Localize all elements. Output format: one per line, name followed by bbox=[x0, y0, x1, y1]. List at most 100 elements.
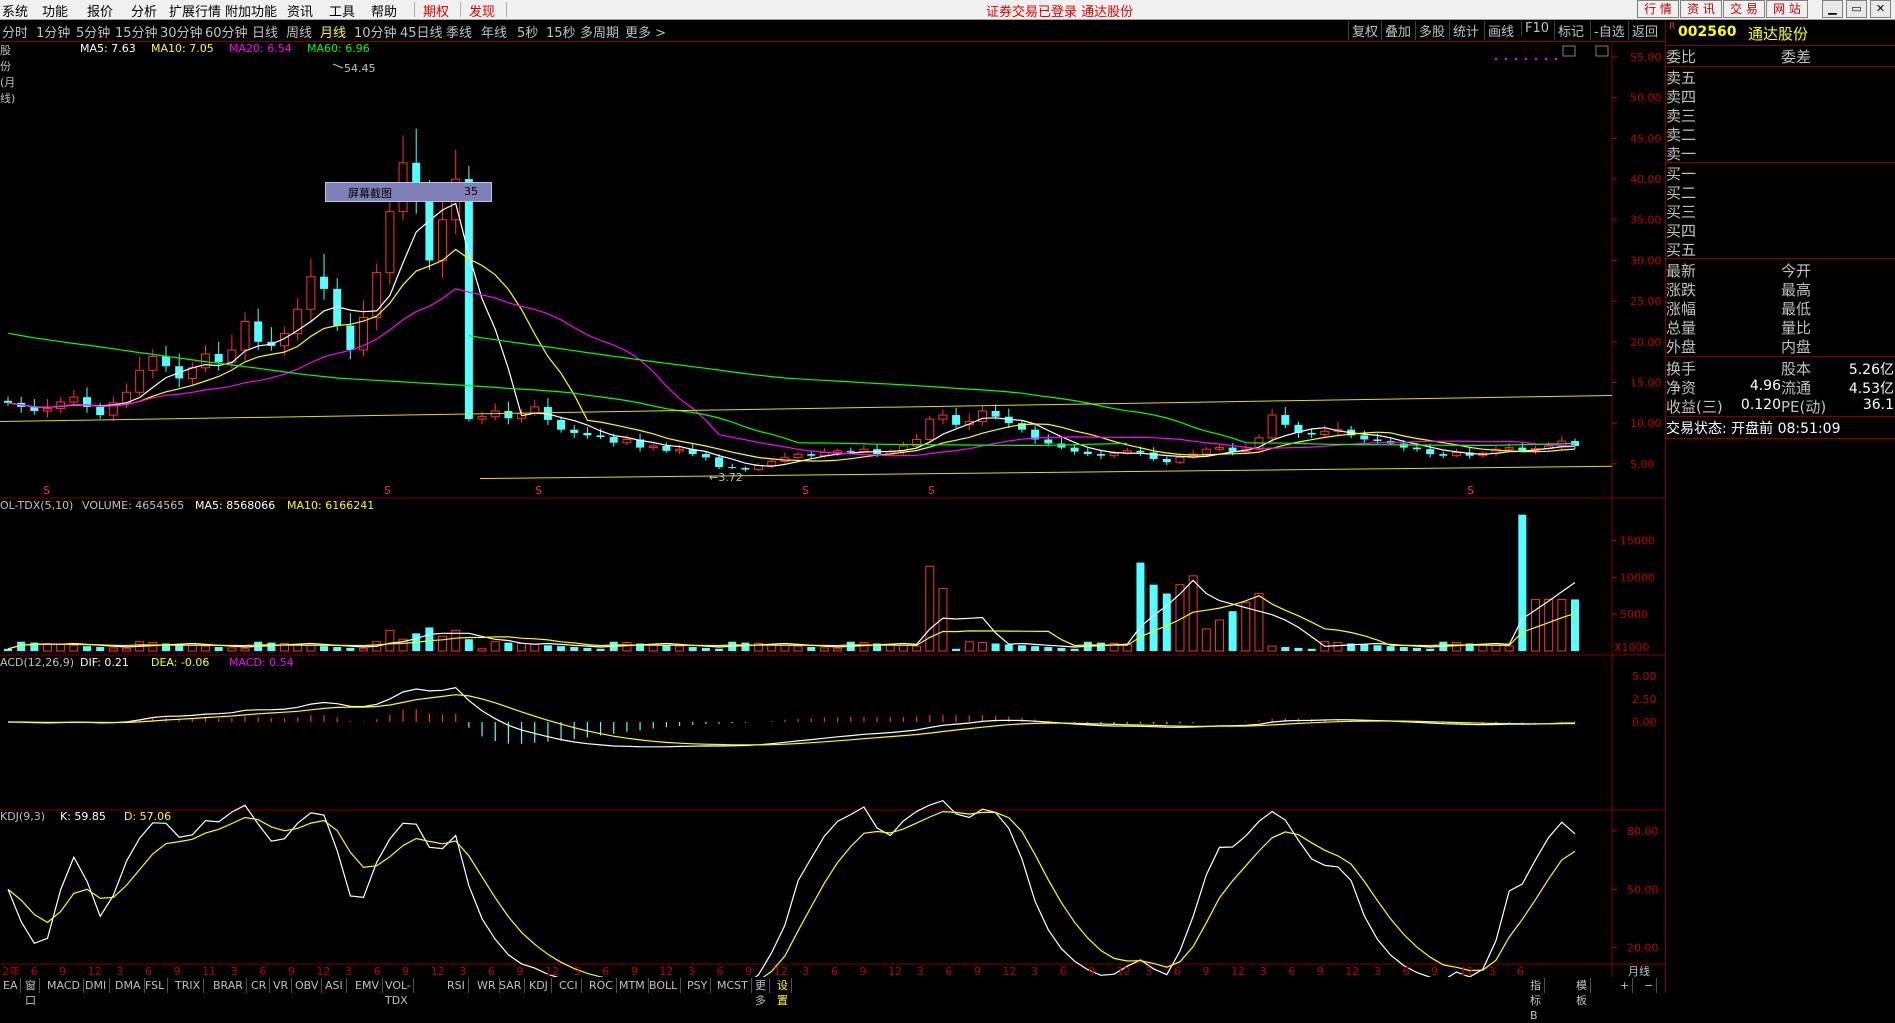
maximize-icon[interactable]: ▭ bbox=[1846, 0, 1867, 18]
menu-item-0[interactable]: 系统 bbox=[2, 1, 28, 20]
period-15[interactable]: 多周期 bbox=[580, 22, 619, 41]
menu-tab-options[interactable]: 期权 bbox=[423, 1, 449, 20]
menu-item-1[interactable]: 功能 bbox=[42, 1, 68, 20]
indicator-tab-17[interactable]: KDJ bbox=[526, 978, 552, 993]
tool-button-2[interactable]: 多股 bbox=[1415, 21, 1448, 40]
quote-left-3: 总量 bbox=[1666, 319, 1697, 337]
indicator-tab-13[interactable]: VOL-TDX bbox=[382, 978, 414, 1007]
indicator-tab-5[interactable]: FSL bbox=[142, 978, 169, 993]
indicator-tab-19[interactable]: ROC bbox=[586, 978, 617, 993]
tool-button-3[interactable]: 统计 bbox=[1449, 21, 1482, 40]
tool-button-8[interactable]: 返回 bbox=[1628, 21, 1661, 40]
screenshot-popup[interactable]: 屏幕截图 35 bbox=[325, 182, 492, 202]
candle bbox=[609, 437, 618, 443]
tool-button-4[interactable]: 画线 bbox=[1484, 21, 1517, 40]
news-nav-button[interactable]: 资 讯 bbox=[1680, 0, 1722, 18]
indicator-tab-25[interactable]: 设置 bbox=[774, 978, 792, 1007]
menu-item-5[interactable]: 附加功能 bbox=[225, 1, 277, 20]
period-6[interactable]: 日线 bbox=[252, 22, 278, 41]
menu-item-4[interactable]: 扩展行情 bbox=[169, 1, 221, 20]
period-13[interactable]: 5秒 bbox=[517, 22, 538, 41]
price-panel-title: 股份(月线) bbox=[0, 44, 16, 105]
candle bbox=[1136, 450, 1145, 453]
candle bbox=[504, 410, 513, 419]
right-tab-3[interactable]: − bbox=[1641, 978, 1658, 993]
vol-labels-0: VOLUME: 4654565 bbox=[82, 499, 185, 512]
close-icon[interactable]: ✕ bbox=[1870, 0, 1891, 18]
indicator-tab-21[interactable]: BOLL bbox=[646, 978, 682, 993]
period-14[interactable]: 15秒 bbox=[546, 22, 576, 41]
right-tab-1[interactable]: 模 板 bbox=[1573, 978, 1591, 1007]
indicator-tab-14[interactable]: RSI bbox=[444, 978, 469, 993]
vol-labels-2: MA10: 6166241 bbox=[287, 499, 375, 512]
period-2[interactable]: 5分钟 bbox=[76, 22, 110, 41]
panel-restore-icon[interactable] bbox=[1562, 45, 1576, 57]
period-12[interactable]: 年线 bbox=[481, 22, 507, 41]
right-tab-0[interactable]: 指标B bbox=[1527, 978, 1545, 1022]
indicator-tab-18[interactable]: CCI bbox=[556, 978, 582, 993]
fund-mid-0: 股本 bbox=[1781, 360, 1812, 378]
period-8[interactable]: 月线 bbox=[320, 22, 346, 41]
indicator-tab-10[interactable]: OBV bbox=[292, 978, 323, 993]
x-tick-2: 9 bbox=[59, 965, 66, 977]
candle bbox=[1504, 447, 1514, 450]
tool-button-5[interactable]: F10 bbox=[1521, 21, 1552, 36]
menu-item-6[interactable]: 资讯 bbox=[287, 1, 313, 20]
period-10[interactable]: 45日线 bbox=[400, 22, 443, 41]
indicator-tab-22[interactable]: PSY bbox=[684, 978, 712, 993]
macd-tick-2: 0.00 bbox=[1632, 716, 1657, 729]
indicator-tab-6[interactable]: TRIX bbox=[172, 978, 205, 993]
x-tick-29: 6 bbox=[831, 965, 838, 977]
indicator-tab-23[interactable]: MCST bbox=[714, 978, 752, 993]
period-16[interactable]: 更多 > bbox=[625, 22, 666, 41]
period-5[interactable]: 60分钟 bbox=[205, 22, 248, 41]
tool-button-7[interactable]: -自选 bbox=[1590, 21, 1628, 40]
tool-button-1[interactable]: 叠加 bbox=[1381, 21, 1414, 40]
price-tick-3: 40.00 bbox=[1630, 173, 1662, 186]
period-7[interactable]: 周线 bbox=[286, 22, 312, 41]
candle bbox=[767, 460, 777, 466]
menu-item-3[interactable]: 分析 bbox=[131, 1, 157, 20]
indicator-tab-11[interactable]: ASI bbox=[322, 978, 347, 993]
candle bbox=[662, 445, 671, 451]
orderbook-row-1: 卖四 bbox=[1666, 88, 1697, 106]
menu-tab-discover[interactable]: 发现 bbox=[469, 1, 495, 20]
period-11[interactable]: 季线 bbox=[446, 22, 472, 41]
menu-item-7[interactable]: 工具 bbox=[329, 1, 355, 20]
right-tab-2[interactable]: + bbox=[1617, 978, 1634, 993]
x-tick-44: 3 bbox=[1260, 965, 1267, 977]
trade-nav-button[interactable]: 交 易 bbox=[1723, 0, 1765, 18]
menu-item-8[interactable]: 帮助 bbox=[371, 1, 397, 20]
candle bbox=[1439, 454, 1448, 456]
period-4[interactable]: 30分钟 bbox=[160, 22, 203, 41]
indicator-tab-20[interactable]: MTM bbox=[616, 978, 649, 993]
period-1[interactable]: 1分钟 bbox=[36, 22, 70, 41]
period-0[interactable]: 分时 bbox=[2, 22, 28, 41]
period-3[interactable]: 15分钟 bbox=[115, 22, 158, 41]
period-9[interactable]: 10分钟 bbox=[354, 22, 397, 41]
indicator-tab-24[interactable]: 更多 bbox=[752, 978, 770, 1007]
website-nav-button[interactable]: 网 站 bbox=[1766, 0, 1808, 18]
candle bbox=[1426, 449, 1435, 455]
indicator-tab-1[interactable]: 窗口 bbox=[22, 978, 40, 1007]
indicator-tab-4[interactable]: DMA bbox=[112, 978, 145, 993]
quote-nav-button[interactable]: 行 情 bbox=[1637, 0, 1679, 18]
tool-button-6[interactable]: 标记 bbox=[1554, 21, 1587, 40]
indicator-tab-9[interactable]: VR bbox=[270, 978, 293, 993]
menu-item-2[interactable]: 报价 bbox=[87, 1, 113, 20]
indicator-tab-3[interactable]: DMI bbox=[82, 978, 111, 993]
tool-button-0[interactable]: 复权 bbox=[1348, 21, 1381, 40]
marker-dot bbox=[1524, 57, 1528, 61]
indicator-tab-12[interactable]: EMV bbox=[352, 978, 383, 993]
volume-bar bbox=[148, 642, 158, 652]
indicator-tab-8[interactable]: CR bbox=[248, 978, 271, 993]
volume-bar bbox=[333, 647, 342, 651]
indicator-tab-7[interactable]: BRAR bbox=[210, 978, 247, 993]
indicator-tab-16[interactable]: SAR bbox=[496, 978, 526, 993]
indicator-tab-0[interactable]: EA bbox=[0, 978, 22, 993]
indicator-tab-2[interactable]: MACD bbox=[44, 978, 84, 993]
panel-max-icon[interactable] bbox=[1595, 45, 1609, 57]
x-tick-40: 3 bbox=[1145, 965, 1152, 977]
weibi-label: 委比 bbox=[1666, 48, 1697, 66]
minimize-icon[interactable]: ▁ bbox=[1822, 0, 1843, 18]
